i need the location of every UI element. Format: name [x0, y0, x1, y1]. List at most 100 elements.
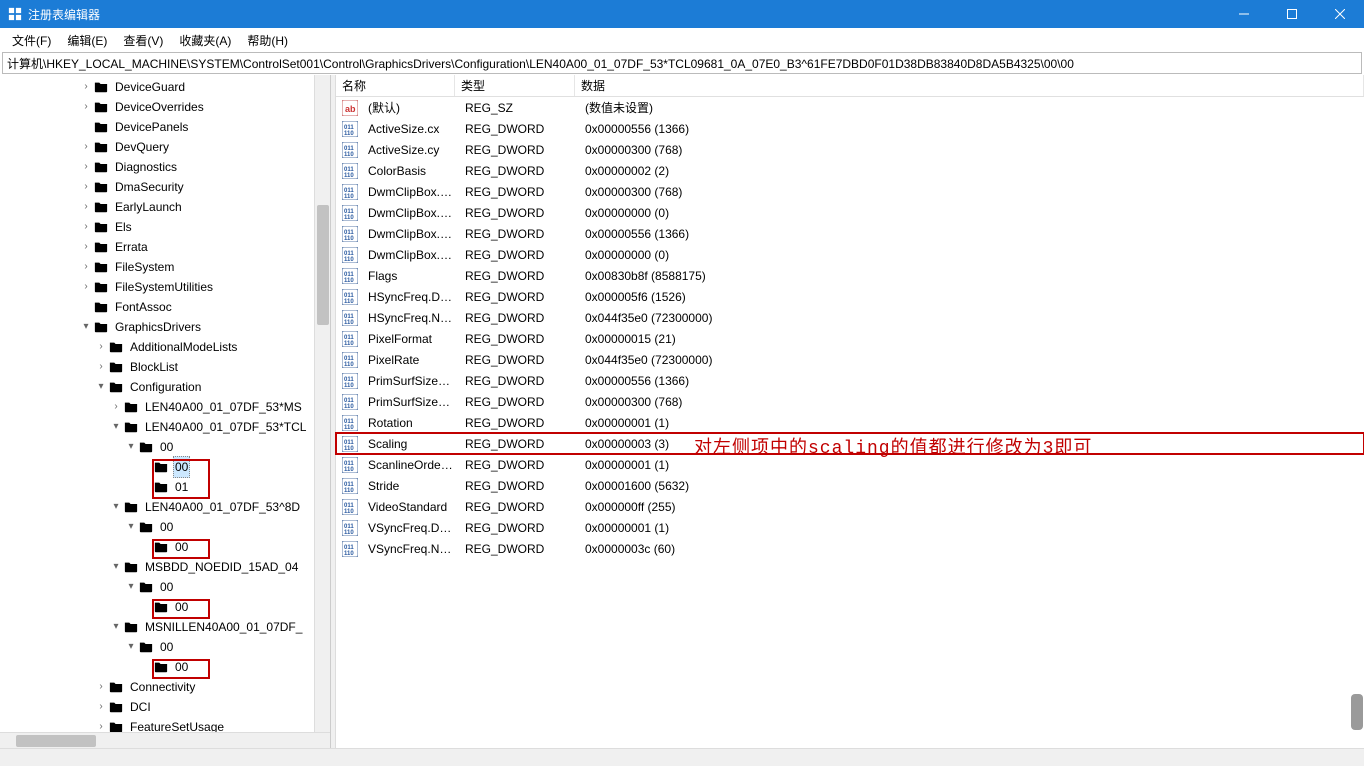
tree-item[interactable]: ›Diagnostics — [0, 157, 330, 177]
tree-item[interactable]: ▾00 — [0, 577, 330, 597]
tree-item[interactable]: ›Els — [0, 217, 330, 237]
chevron-right-icon[interactable]: › — [94, 697, 108, 717]
chevron-right-icon[interactable]: › — [79, 197, 93, 217]
menu-edit[interactable]: 编辑(E) — [59, 30, 115, 51]
chevron-down-icon[interactable]: ▾ — [124, 517, 138, 537]
value-row[interactable]: FlagsREG_DWORD0x00830b8f (8588175) — [336, 265, 1364, 286]
value-row[interactable]: VSyncFreq.Den...REG_DWORD0x00000001 (1) — [336, 517, 1364, 538]
tree-item[interactable]: ›FileSystem — [0, 257, 330, 277]
menu-file[interactable]: 文件(F) — [4, 30, 59, 51]
chevron-down-icon[interactable]: ▾ — [109, 617, 123, 637]
col-data[interactable]: 数据 — [575, 75, 1364, 96]
folder-icon — [138, 580, 154, 594]
tree-item-label: DevicePanels — [113, 117, 190, 137]
chevron-right-icon[interactable]: › — [79, 217, 93, 237]
tree-item[interactable]: ›DevQuery — [0, 137, 330, 157]
tree-item[interactable]: ▾LEN40A00_01_07DF_53^8D — [0, 497, 330, 517]
value-row[interactable]: VSyncFreq.Nu...REG_DWORD0x0000003c (60) — [336, 538, 1364, 559]
chevron-right-icon[interactable]: › — [79, 97, 93, 117]
tree-item[interactable]: 00 — [0, 657, 330, 677]
chevron-down-icon[interactable]: ▾ — [109, 417, 123, 437]
chevron-down-icon[interactable]: ▾ — [124, 437, 138, 457]
chevron-down-icon[interactable]: ▾ — [124, 637, 138, 657]
tree-item[interactable]: ›Errata — [0, 237, 330, 257]
chevron-right-icon[interactable]: › — [79, 277, 93, 297]
tree-item-label: FileSystemUtilities — [113, 277, 215, 297]
chevron-right-icon[interactable]: › — [79, 257, 93, 277]
col-name[interactable]: 名称 — [336, 75, 455, 96]
tree-item[interactable]: ▾LEN40A00_01_07DF_53*TCL — [0, 417, 330, 437]
menu-view[interactable]: 查看(V) — [115, 30, 171, 51]
tree-item[interactable]: ▾00 — [0, 517, 330, 537]
tree-item[interactable]: ›LEN40A00_01_07DF_53*MS — [0, 397, 330, 417]
tree-item[interactable]: ▾00 — [0, 637, 330, 657]
chevron-down-icon[interactable]: ▾ — [124, 577, 138, 597]
value-row[interactable]: VideoStandardREG_DWORD0x000000ff (255) — [336, 496, 1364, 517]
tree-item[interactable]: 01 — [0, 477, 330, 497]
value-row[interactable]: RotationREG_DWORD0x00000001 (1) — [336, 412, 1364, 433]
address-bar[interactable]: 计算机\HKEY_LOCAL_MACHINE\SYSTEM\ControlSet… — [2, 52, 1362, 74]
tree-item[interactable]: › FileSystemUtilities — [0, 277, 330, 297]
value-row[interactable]: ColorBasisREG_DWORD0x00000002 (2) — [336, 160, 1364, 181]
tree-item[interactable]: ▾Configuration — [0, 377, 330, 397]
chevron-right-icon[interactable]: › — [79, 157, 93, 177]
tree-item[interactable]: ›Connectivity — [0, 677, 330, 697]
tree-item[interactable]: ›DmaSecurity — [0, 177, 330, 197]
menu-favorites[interactable]: 收藏夹(A) — [171, 30, 239, 51]
value-row[interactable]: DwmClipBox.topREG_DWORD0x00000000 (0) — [336, 244, 1364, 265]
menu-help[interactable]: 帮助(H) — [239, 30, 296, 51]
tree-v-scrollbar[interactable] — [314, 75, 330, 732]
chevron-right-icon[interactable]: › — [109, 397, 123, 417]
value-row[interactable]: PrimSurfSize.cxREG_DWORD0x00000556 (1366… — [336, 370, 1364, 391]
tree-item[interactable]: ›DCI — [0, 697, 330, 717]
value-data: 0x00000000 (0) — [579, 206, 1364, 220]
minimize-button[interactable] — [1220, 0, 1268, 28]
value-row[interactable]: ActiveSize.cxREG_DWORD0x00000556 (1366) — [336, 118, 1364, 139]
chevron-down-icon[interactable]: ▾ — [109, 557, 123, 577]
tree-h-scrollbar[interactable] — [0, 732, 330, 748]
chevron-down-icon[interactable]: ▾ — [94, 377, 108, 397]
list-v-scrollbar[interactable] — [1350, 75, 1364, 748]
tree-item[interactable]: ›DeviceGuard — [0, 77, 330, 97]
value-row[interactable]: DwmClipBox.leftREG_DWORD0x00000000 (0) — [336, 202, 1364, 223]
tree-item[interactable]: 00 — [0, 537, 330, 557]
folder-icon — [153, 460, 169, 474]
tree-item[interactable]: ▾MSNILLEN40A00_01_07DF_ — [0, 617, 330, 637]
tree-item[interactable]: 00 — [0, 457, 330, 477]
tree-item[interactable]: ▾00 — [0, 437, 330, 457]
maximize-button[interactable] — [1268, 0, 1316, 28]
value-row[interactable]: DwmClipBox.ri...REG_DWORD0x00000556 (136… — [336, 223, 1364, 244]
chevron-down-icon[interactable]: ▾ — [109, 497, 123, 517]
tree-item[interactable]: ›AdditionalModeLists — [0, 337, 330, 357]
value-row[interactable]: ActiveSize.cyREG_DWORD0x00000300 (768) — [336, 139, 1364, 160]
value-row[interactable]: PrimSurfSize.cyREG_DWORD0x00000300 (768) — [336, 391, 1364, 412]
value-name: Stride — [362, 479, 459, 493]
tree-item[interactable]: FontAssoc — [0, 297, 330, 317]
value-row[interactable]: (默认)REG_SZ(数值未设置) — [336, 97, 1364, 118]
tree-item[interactable]: ›EarlyLaunch — [0, 197, 330, 217]
tree-item[interactable]: ›DeviceOverrides — [0, 97, 330, 117]
tree-item[interactable]: ▾ MSBDD_NOEDID_15AD_04 — [0, 557, 330, 577]
chevron-right-icon[interactable]: › — [79, 177, 93, 197]
value-row[interactable]: PixelFormatREG_DWORD0x00000015 (21) — [336, 328, 1364, 349]
close-button[interactable] — [1316, 0, 1364, 28]
chevron-right-icon[interactable]: › — [79, 77, 93, 97]
chevron-right-icon[interactable]: › — [79, 237, 93, 257]
tree-item[interactable]: ▾GraphicsDrivers — [0, 317, 330, 337]
value-row[interactable]: StrideREG_DWORD0x00001600 (5632) — [336, 475, 1364, 496]
value-row[interactable]: DwmClipBox.b...REG_DWORD0x00000300 (768) — [336, 181, 1364, 202]
chevron-right-icon[interactable]: › — [94, 357, 108, 377]
tree-item-label: MSBDD_NOEDID_15AD_04 — [143, 557, 300, 577]
value-row[interactable]: PixelRateREG_DWORD0x044f35e0 (72300000) — [336, 349, 1364, 370]
chevron-right-icon[interactable]: › — [79, 137, 93, 157]
col-type[interactable]: 类型 — [455, 75, 575, 96]
tree-item[interactable]: DevicePanels — [0, 117, 330, 137]
chevron-right-icon[interactable]: › — [94, 337, 108, 357]
folder-icon — [108, 680, 124, 694]
tree-item[interactable]: 00 — [0, 597, 330, 617]
chevron-right-icon[interactable]: › — [94, 677, 108, 697]
chevron-down-icon[interactable]: ▾ — [79, 317, 93, 337]
tree-item[interactable]: ›BlockList — [0, 357, 330, 377]
value-row[interactable]: HSyncFreq.Den...REG_DWORD0x000005f6 (152… — [336, 286, 1364, 307]
value-row[interactable]: HSyncFreq.Nu...REG_DWORD0x044f35e0 (7230… — [336, 307, 1364, 328]
